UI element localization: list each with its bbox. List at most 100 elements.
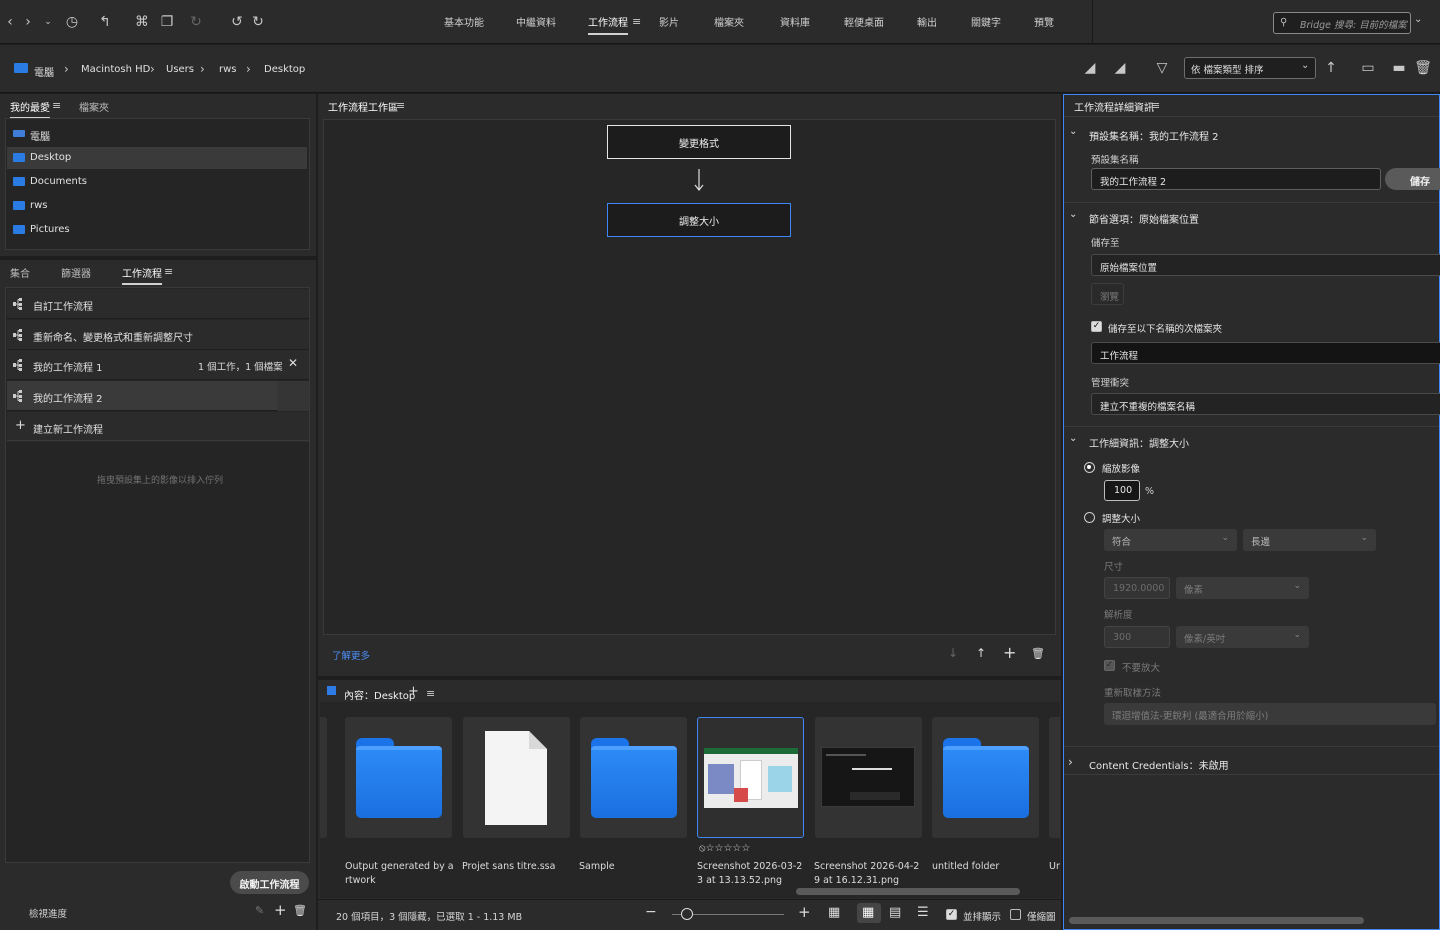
plus-icon[interactable]: +	[1003, 643, 1016, 662]
workspace-tab[interactable]: 輕便桌面	[844, 14, 884, 29]
tab-workflow[interactable]: 工作流程	[122, 265, 162, 285]
workspace-tab[interactable]: 影片	[659, 14, 679, 29]
new-workflow-button[interactable]: + 建立新工作流程	[7, 412, 309, 442]
resize-radio[interactable]	[1084, 512, 1095, 523]
thumbnail-only-checkbox[interactable]	[1010, 909, 1021, 920]
workflow-item[interactable]: 我的工作流程 1 1 個工作，1 個檔案 ✕	[7, 350, 309, 380]
workspace-menu-icon[interactable]: ≡	[632, 15, 641, 28]
chevron-down-icon[interactable]: ⌄	[1069, 126, 1077, 137]
workflow-item[interactable]: 重新命名、變更格式和重新調整尺寸	[7, 320, 309, 350]
thumbnail[interactable]	[932, 717, 1039, 838]
workspace-tab[interactable]: 輸出	[917, 14, 937, 29]
camera-icon[interactable]: ⌘	[132, 12, 152, 32]
rotate-left-icon[interactable]: ↺	[227, 12, 247, 32]
no-enlarge-checkbox[interactable]: ✓	[1104, 660, 1115, 671]
forward-icon[interactable]: ›	[18, 12, 38, 32]
panel-menu-icon[interactable]: ≡	[164, 265, 173, 278]
view-thumbnails-button[interactable]: ▦	[857, 903, 881, 923]
conflict-dropdown[interactable]: 建立不重複的檔案名稱	[1091, 393, 1440, 415]
view-list-icon[interactable]: ☰	[917, 905, 929, 920]
rating-stars[interactable]: ⦸☆☆☆☆☆	[699, 843, 750, 854]
new-folder-icon[interactable]: ▬	[1389, 58, 1409, 78]
thumbnail[interactable]	[463, 717, 570, 838]
panel-menu-icon[interactable]: ≡	[396, 99, 405, 112]
workflow-node[interactable]: 變更格式	[607, 125, 791, 159]
sort-ascending-icon[interactable]: ↑	[1321, 58, 1341, 78]
thumbnail[interactable]	[580, 717, 687, 838]
workspace-tab[interactable]: 中繼資料	[516, 14, 556, 29]
plus-icon[interactable]: +	[408, 684, 419, 699]
dimension-input[interactable]: 1920.0000	[1104, 577, 1170, 599]
grid-lock-icon[interactable]: ▦	[828, 905, 840, 920]
job-section-header[interactable]: 工作細資訊：調整大小	[1089, 435, 1189, 450]
workspace-tab[interactable]: 基本功能	[444, 14, 484, 29]
browse-button[interactable]: 瀏覽	[1091, 283, 1124, 305]
back-icon[interactable]: ‹	[0, 12, 20, 32]
content-credentials-header[interactable]: Content Credentials：未啟用	[1089, 757, 1229, 772]
subfolder-checkbox[interactable]: ✓	[1091, 321, 1102, 332]
panel-menu-icon[interactable]: ≡	[52, 99, 61, 112]
breadcrumb-item[interactable]: Macintosh HD	[81, 64, 150, 75]
chevron-down-icon[interactable]: ⌄	[1069, 433, 1077, 444]
favorite-item[interactable]: Pictures	[7, 219, 307, 241]
search-input[interactable]: Bridge 搜尋: 目前的檔案	[1273, 12, 1411, 34]
workspace-tab[interactable]: 檔案夾	[714, 14, 744, 29]
chevron-right-icon[interactable]: ›	[1068, 755, 1073, 769]
subfolder-input[interactable]: 工作流程	[1091, 342, 1440, 364]
workflow-item[interactable]: 自訂工作流程	[7, 289, 309, 319]
plus-icon[interactable]: +	[274, 901, 287, 919]
scale-input[interactable]: 100	[1104, 480, 1140, 501]
open-recent-folder-icon[interactable]: ▭	[1358, 58, 1378, 78]
view-progress-link[interactable]: 檢視進度	[29, 906, 67, 920]
workflow-item-selected[interactable]: 我的工作流程 2	[7, 381, 277, 411]
workspace-tab[interactable]: 預覽	[1034, 14, 1054, 29]
preset-section-header[interactable]: 預設集名稱：我的工作流程 2	[1089, 128, 1219, 143]
trash-icon[interactable]: 🗑	[293, 904, 307, 917]
horizontal-scrollbar[interactable]	[796, 888, 1020, 895]
tab-favorites[interactable]: 我的最愛	[10, 99, 50, 119]
trash-icon[interactable]: 🗑	[1413, 58, 1433, 78]
workspace-tab-active[interactable]: 工作流程	[588, 14, 628, 35]
favorite-item[interactable]: 電腦	[7, 123, 307, 145]
learn-more-link[interactable]: 了解更多	[332, 648, 370, 662]
breadcrumb-item[interactable]: Desktop	[264, 64, 305, 75]
sort-dropdown[interactable]: 依 檔案類型 排序	[1184, 57, 1316, 79]
resolution-input[interactable]: 300	[1104, 626, 1170, 648]
breadcrumb-item[interactable]: Users	[166, 64, 194, 75]
rating-filter-icon[interactable]: ◢	[1110, 58, 1130, 78]
tab-collections[interactable]: 集合	[10, 265, 30, 280]
zoom-out-icon[interactable]: −	[645, 904, 657, 920]
save-to-dropdown[interactable]: 原始檔案位置	[1091, 254, 1440, 276]
recent-icon[interactable]: ◷	[62, 12, 82, 32]
refine-icon[interactable]: ↻	[186, 12, 206, 32]
workflow-node-selected[interactable]: 調整大小	[607, 203, 791, 237]
horizontal-scrollbar[interactable]	[1069, 917, 1364, 924]
move-up-icon[interactable]: ↑	[976, 646, 986, 660]
preset-name-input[interactable]: 我的工作流程 2	[1091, 168, 1381, 190]
thumbnail[interactable]	[815, 717, 922, 838]
panel-divider[interactable]	[0, 256, 316, 260]
history-dropdown-icon[interactable]: ⌄	[38, 12, 58, 32]
tab-filters[interactable]: 篩選器	[61, 265, 91, 280]
thumbnail[interactable]	[320, 717, 327, 838]
view-details-icon[interactable]: ▤	[889, 905, 901, 920]
dimension-unit-dropdown[interactable]: 像素 ⌄	[1176, 577, 1309, 599]
thumbnail-selected[interactable]	[697, 717, 804, 838]
workspace-tab[interactable]: 關鍵字	[971, 14, 1001, 29]
save-preset-button[interactable]: 儲存	[1385, 168, 1440, 190]
chevron-down-icon[interactable]: ⌄	[1069, 209, 1077, 220]
save-section-header[interactable]: 節省選項：原始檔案位置	[1089, 211, 1199, 226]
edit-icon[interactable]: ✎	[255, 904, 264, 917]
close-icon[interactable]: ✕	[288, 356, 298, 370]
zoom-slider-handle[interactable]	[681, 908, 693, 920]
rotate-right-icon[interactable]: ↻	[248, 12, 268, 32]
breadcrumb-item[interactable]: 電腦	[34, 64, 54, 79]
edge-dropdown[interactable]: 長邊 ⌄	[1243, 529, 1376, 551]
zoom-in-icon[interactable]: +	[798, 903, 811, 921]
favorite-item[interactable]: Documents	[7, 171, 307, 193]
filter-icon[interactable]: ▽	[1152, 58, 1172, 78]
stack-checkbox[interactable]: ✓	[946, 909, 957, 920]
workflow-item-action[interactable]	[277, 381, 309, 411]
resample-dropdown[interactable]: 環迴增值法-更銳利 (最適合用於縮小)	[1104, 703, 1436, 725]
resolution-unit-dropdown[interactable]: 像素/英吋 ⌄	[1176, 626, 1309, 648]
